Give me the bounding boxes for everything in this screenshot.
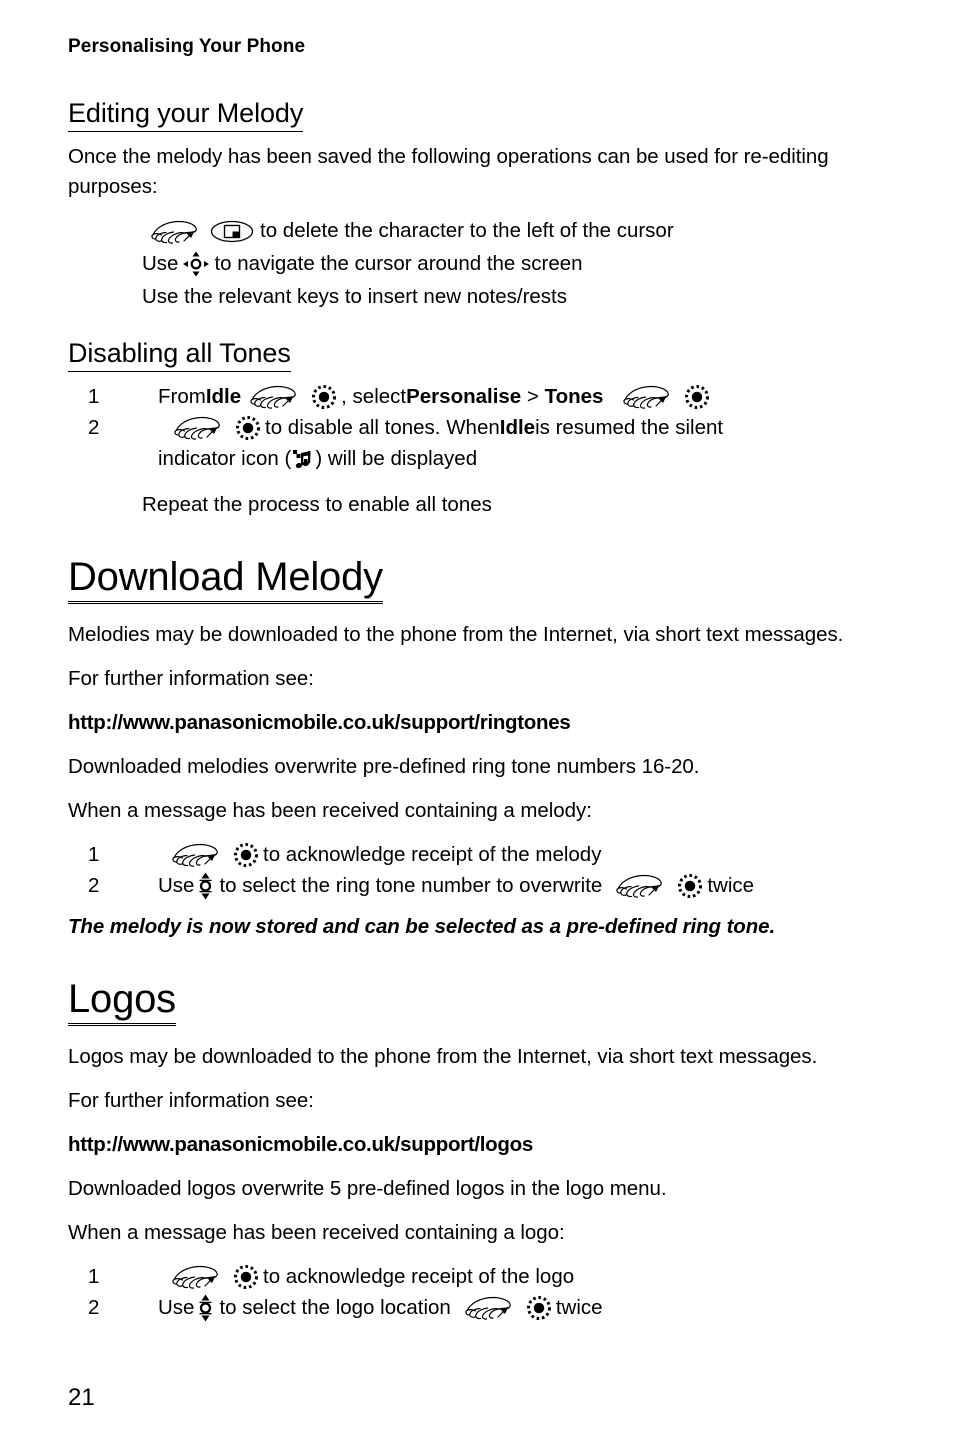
pointing-hand-icon [170,1264,222,1290]
pointing-hand-icon [614,873,666,899]
pointing-hand-icon [170,842,222,868]
logos-p2: For further information see: [68,1088,314,1112]
step-number: 1 [88,843,100,866]
page-number: 21 [68,1384,95,1411]
editing-melody-line-1-label: to delete the character to the left of t… [260,219,674,243]
logos-p4: When a message has been received contain… [68,1220,565,1244]
step-text: twice [707,874,755,898]
pointing-hand-icon [621,384,673,410]
download-melody-p3: Downloaded melodies overwrite pre-define… [68,755,700,779]
step-text: to acknowledge receipt of the melody [263,843,602,866]
step-content: to acknowledge receipt of the logo [158,1262,868,1292]
step-content: From Idle , select Personalise > Tones [158,382,868,412]
select-key-icon [233,842,259,868]
step-item: 1 From Idle , select Personalise > Tones [68,382,868,412]
step-number: 2 [88,874,100,898]
step-subline: indicator icon ( ) will be displayed [158,444,868,474]
step-text: , select [341,385,407,409]
step-number: 1 [88,1264,100,1288]
editing-melody-line-2-prefix: Use [142,252,179,276]
running-head: Personalising Your Phone [68,36,306,57]
logos-steps: 1 to acknowledge receipt of the logo 2 U… [68,1262,868,1323]
step-number: 2 [88,1295,100,1319]
document-page: Personalising Your Phone Editing your Me… [0,0,954,1442]
select-key-icon [684,384,710,410]
step-subtext-post: ) will be displayed [315,446,478,470]
step-item: 2 to disable all tones. When Idle is res… [68,413,868,473]
pointing-hand-icon [172,415,224,441]
up-down-navigation-icon [197,1294,214,1322]
step-text: > [521,385,545,409]
download-melody-p1: Melodies may be downloaded to the phone … [68,623,844,647]
download-melody-note: The melody is now stored and can be sele… [68,915,776,939]
editing-melody-line-3-label: Use the relevant keys to insert new note… [142,284,568,308]
select-key-icon [235,415,261,441]
editing-melody-line-3: Use the relevant keys to insert new note… [68,282,868,313]
clear-key-icon [210,219,254,244]
step-item: 1 to acknowledge receipt of the melody [68,840,868,870]
step-number: 1 [88,385,100,409]
four-way-navigation-icon [182,251,210,277]
download-melody-url[interactable]: http://www.panasonicmobile.co.uk/support… [68,708,868,738]
editing-melody-line-2: Use to navigate the cursor around the sc… [68,249,868,280]
download-melody-steps: 1 to acknowledge receipt of the melody 2… [68,840,868,901]
heading-disabling-tones: Disabling all Tones [68,338,291,373]
logos-url[interactable]: http://www.panasonicmobile.co.uk/support… [68,1130,868,1160]
step-text: twice [555,1295,603,1319]
step-content: to disable all tones. When Idle is resum… [158,413,868,443]
editing-melody-line-1: to delete the character to the left of t… [68,216,868,247]
step-number: 2 [88,416,100,440]
heading-download-melody-wrap: Download Melody [68,556,868,605]
page-content: Personalising Your Phone Editing your Me… [68,36,868,1324]
step-bold-idle: Idle [205,385,242,409]
step-text: From [158,385,206,409]
up-down-navigation-icon [197,872,214,900]
disabling-tones-repeat: Repeat the process to enable all tones [142,492,492,516]
select-key-icon [677,873,703,899]
heading-download-melody: Download Melody [68,556,383,605]
pointing-hand-icon [463,1295,515,1321]
heading-disabling-tones-wrap: Disabling all Tones [68,338,868,373]
step-text: to select the ring tone number to overwr… [219,874,603,898]
step-bold-tones: Tones [544,385,604,409]
step-content: to acknowledge receipt of the melody [158,840,868,870]
step-item: 2 Use to select the logo location twice [68,1293,868,1323]
editing-melody-intro: Once the melody has been saved the follo… [68,145,829,199]
silent-indicator-icon [292,449,314,471]
select-key-icon [526,1295,552,1321]
download-melody-p4: When a message has been received contain… [68,799,592,823]
heading-logos: Logos [68,978,176,1026]
step-text: Use [158,874,195,898]
download-melody-p2: For further information see: [68,667,314,691]
select-key-icon [233,1264,259,1290]
heading-logos-wrap: Logos [68,978,868,1026]
pointing-hand-icon [248,384,300,410]
step-text: is resumed the silent [535,416,724,440]
disabling-tones-steps: 1 From Idle , select Personalise > Tones… [68,382,868,473]
step-item: 1 to acknowledge receipt of the logo [68,1262,868,1292]
step-text: Use [158,1295,195,1319]
editing-melody-line-2-label: to navigate the cursor around the screen [214,252,583,276]
logos-p1: Logos may be downloaded to the phone fro… [68,1044,818,1068]
heading-editing-melody: Editing your Melody [68,98,303,133]
pointing-hand-icon [149,219,201,245]
step-bold-idle: Idle [499,416,536,440]
step-subtext-pre: indicator icon ( [158,446,292,470]
step-text: to acknowledge receipt of the logo [263,1264,575,1288]
step-content: Use to select the logo location twice [158,1293,868,1323]
step-item: 2 Use to select the ring tone number to … [68,871,868,901]
heading-editing-melody-wrap: Editing your Melody [68,98,868,133]
step-bold-personalise: Personalise [406,385,522,409]
select-key-icon [311,384,337,410]
logos-p3: Downloaded logos overwrite 5 pre-defined… [68,1176,667,1200]
step-text: to select the logo location [219,1295,451,1319]
step-text: to disable all tones. When [265,416,500,440]
step-content: Use to select the ring tone number to ov… [158,871,868,901]
